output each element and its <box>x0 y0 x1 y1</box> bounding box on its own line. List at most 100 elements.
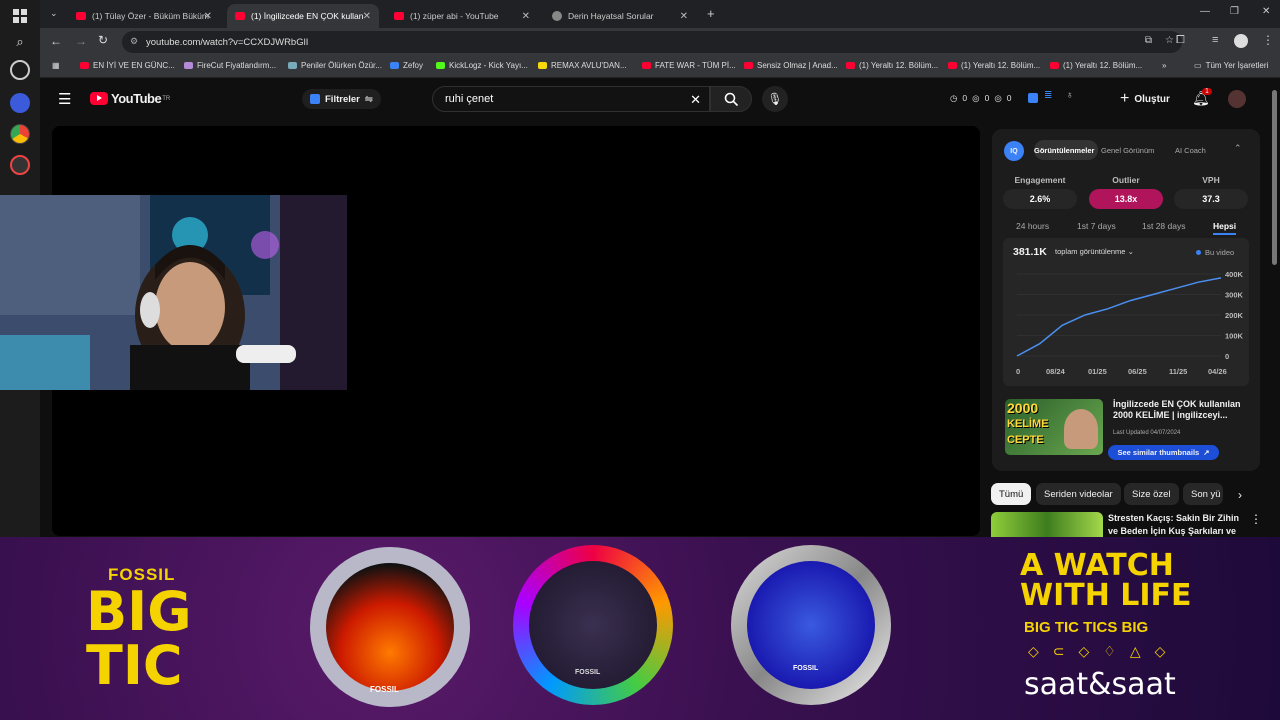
bookmark-item[interactable]: KickLogz - Kick Yayı... <box>436 61 528 70</box>
clear-search-icon[interactable]: ✕ <box>690 92 701 108</box>
avatar[interactable] <box>1228 90 1246 108</box>
search-icon[interactable]: ⌕ <box>10 32 30 52</box>
tab-views[interactable]: Görüntülenmeler <box>1034 146 1094 155</box>
fossil-ad-banner[interactable]: FOSSIL BIG TIC FOSSIL FOSSIL FOSSIL A WA… <box>0 537 1280 720</box>
menu-icon[interactable]: ⋮ <box>1262 33 1274 47</box>
filters-button[interactable]: Filtreler ⇋ <box>302 89 381 109</box>
reading-list-icon[interactable]: ≡ <box>1212 34 1218 46</box>
restore-icon[interactable]: ❐ <box>1230 6 1239 17</box>
tab-label: (1) Tülay Özer - Büküm Büküm <box>92 11 209 21</box>
install-icon[interactable]: ⧉ <box>1145 35 1152 46</box>
more-options-icon[interactable]: ⋮ <box>1250 512 1262 526</box>
collapse-icon[interactable]: ⌃ <box>1234 143 1242 154</box>
page-scrollbar[interactable] <box>1272 90 1277 265</box>
site-info-icon[interactable]: ⚙ <box>130 36 138 47</box>
ad-headline-2: WITH LIFE <box>1020 578 1192 613</box>
chip-from-series[interactable]: Seriden videolar <box>1036 483 1121 505</box>
watch-globe-dark: FOSSIL <box>505 537 680 720</box>
y-tick-label: 400K <box>1225 270 1244 279</box>
chip-all[interactable]: Tümü <box>991 483 1032 505</box>
windows-start-icon[interactable] <box>10 6 30 26</box>
bookmark-item[interactable]: REMAX AVLU'DAN... <box>538 61 627 70</box>
close-window-icon[interactable]: ✕ <box>1262 6 1270 17</box>
chip-for-you[interactable]: Size özel <box>1124 483 1179 505</box>
back-icon[interactable]: ← <box>50 34 62 48</box>
search-input[interactable]: ruhi çenet ✕ <box>432 86 710 112</box>
tab-ai-coach[interactable]: AI Coach <box>1175 146 1206 155</box>
metric-engagement-value: 2.6% <box>1003 189 1077 209</box>
bookmark-item[interactable]: EN İYİ VE EN GÜNC... <box>80 61 175 70</box>
search-button[interactable] <box>710 86 752 112</box>
youtube-logo[interactable]: YouTube TR <box>90 91 170 106</box>
x-tick-label: 06/25 <box>1128 367 1147 376</box>
hamburger-menu-icon[interactable]: ☰ <box>58 90 71 108</box>
create-button[interactable]: + Oluştur <box>1120 90 1170 108</box>
reload-icon[interactable]: ↻ <box>98 33 108 47</box>
range-7d[interactable]: 1st 7 days <box>1077 221 1116 231</box>
bookmark-item[interactable]: FATE WAR - TÜM Pİ... <box>642 61 736 70</box>
minimize-icon[interactable]: — <box>1200 6 1210 17</box>
new-tab-icon[interactable]: + <box>707 6 715 21</box>
range-28d[interactable]: 1st 28 days <box>1142 221 1185 231</box>
tab-1[interactable]: (1) Tülay Özer - Büküm Büküm ✕ <box>68 4 220 28</box>
tab-overview[interactable]: Genel Görünüm <box>1101 146 1154 155</box>
tab-strip: ⌄ (1) Tülay Özer - Büküm Büküm ✕ (1) İngi… <box>40 0 1280 28</box>
bookmark-item[interactable]: FireCut Fiyatlandırm... <box>184 61 276 70</box>
ad-big-text: BIG <box>86 580 192 643</box>
address-bar[interactable]: ⚙ youtube.com/watch?v=CCXDJWRbGlI ⧉ ☆ <box>122 31 1182 53</box>
vidiq-counters[interactable]: ◷ 0 ◎ 0 ◎ 0 <box>950 93 1011 104</box>
y-tick-label: 0 <box>1225 352 1229 361</box>
discord-icon[interactable] <box>10 93 30 113</box>
range-all[interactable]: Hepsi <box>1213 221 1237 235</box>
close-icon[interactable]: ✕ <box>363 11 371 22</box>
apps-icon[interactable]: ▦ <box>52 61 60 70</box>
plus-icon: + <box>1120 90 1130 107</box>
watch-flame: FOSSIL <box>300 537 480 720</box>
see-similar-thumbnails-button[interactable]: See similar thumbnails ↗ <box>1108 445 1219 460</box>
forward-icon[interactable]: → <box>75 34 87 48</box>
bookmark-item[interactable]: (1) Yeraltı 12. Bölüm... <box>846 61 938 70</box>
bookmarks-bar: ▦ EN İYİ VE EN GÜNC... FireCut Fiyatland… <box>40 56 1280 78</box>
voice-search-button[interactable]: 🎙 <box>762 86 788 112</box>
bookmark-item[interactable]: Sensiz Olmaz | Anad... <box>744 61 838 70</box>
bookmark-star-icon[interactable]: ☆ <box>1165 35 1174 46</box>
tab-2-active[interactable]: (1) İngilizcede EN ÇOK kullanılan✕ <box>227 4 379 28</box>
app-icon[interactable] <box>10 155 30 175</box>
rec-video-title[interactable]: Stresten Kaçış: Sakin Bir Zihin ve Beden… <box>1108 512 1243 537</box>
ad-tic-text: TIC <box>86 634 183 697</box>
eye-icon: ◎ <box>994 93 1002 103</box>
views-line-chart: 400K 300K 200K 100K 0 0 08/24 01/25 06/25 11/25 04… <box>1016 270 1244 376</box>
profile-icon[interactable] <box>1234 34 1248 48</box>
lightbulb-icon[interactable]: ♁ <box>1066 90 1074 101</box>
all-bookmarks[interactable]: ▭ Tüm Yer İşaretleri <box>1194 61 1268 70</box>
bookmark-item[interactable]: (1) Yeraltı 12. Bölüm... <box>948 61 1040 70</box>
chips-next-icon[interactable]: › <box>1238 488 1242 502</box>
tab-search-icon[interactable]: ⌄ <box>50 8 58 19</box>
chatgpt-icon[interactable] <box>10 60 30 80</box>
bookmark-item[interactable]: Peniler Ölürken Özür... <box>288 61 382 70</box>
close-icon[interactable]: ✕ <box>204 11 212 22</box>
list-icon[interactable]: ≣ <box>1044 90 1052 101</box>
close-icon[interactable]: ✕ <box>522 11 530 22</box>
rec-video-thumbnail[interactable] <box>991 512 1103 537</box>
range-24h[interactable]: 24 hours <box>1016 221 1049 231</box>
sliders-icon: ⇋ <box>364 93 373 105</box>
streamer-cam-image <box>0 195 347 390</box>
chrome-icon[interactable] <box>10 124 30 144</box>
close-icon[interactable]: ✕ <box>680 11 688 22</box>
thumbnail-title: İngilizcede EN ÇOK kullanılan 2000 KELİM… <box>1113 399 1241 420</box>
eye-icon: ◎ <box>972 93 980 103</box>
vidiq-icon[interactable] <box>1028 93 1038 103</box>
ad-tagline: BIG TIC TICS BIG <box>1024 619 1149 636</box>
bookmark-item[interactable]: Zefoy <box>390 61 423 70</box>
chip-recent[interactable]: Son yü <box>1183 483 1223 505</box>
bookmark-item[interactable]: (1) Yeraltı 12. Bölüm... <box>1050 61 1142 70</box>
video-thumbnail[interactable]: 2000 KELİME CEPTE <box>1005 399 1103 455</box>
tab-3[interactable]: (1) züper abi - YouTube ✕ <box>386 4 538 28</box>
more-bookmarks-icon[interactable]: » <box>1162 61 1166 70</box>
extensions-icon[interactable]: ⧠ <box>1176 34 1185 47</box>
metric-engagement-label: Engagement <box>1014 175 1066 185</box>
x-tick-label: 04/26 <box>1208 367 1227 376</box>
tab-4[interactable]: Derin Hayatsal Sorular ✕ <box>544 4 696 28</box>
y-tick-label: 300K <box>1225 291 1244 300</box>
